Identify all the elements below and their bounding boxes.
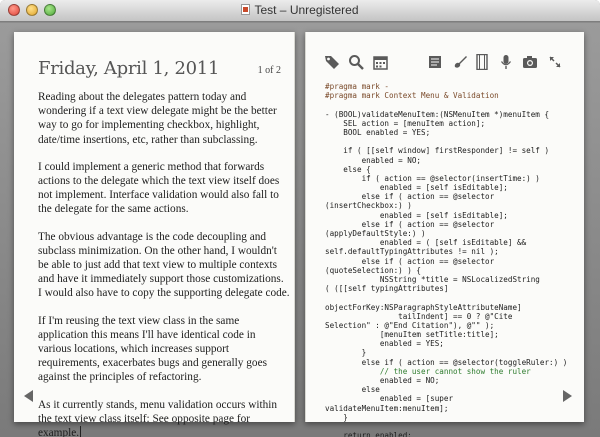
code-block[interactable]: #pragma mark - #pragma mark Context Menu …: [325, 82, 579, 437]
code-line[interactable]: else {: [325, 165, 579, 174]
next-page-arrow-icon[interactable]: [563, 390, 572, 402]
code-line[interactable]: enabled = [self isEditable];: [325, 183, 579, 192]
previous-page-arrow-icon[interactable]: [24, 390, 33, 402]
code-line[interactable]: }: [325, 348, 579, 357]
entry-paragraph-last[interactable]: As it currently stands, menu validation …: [38, 398, 290, 437]
code-line[interactable]: enabled = YES;: [325, 339, 579, 348]
microphone-icon[interactable]: [499, 52, 513, 72]
code-line[interactable]: (quoteSelection:) ) {: [325, 266, 579, 275]
code-line[interactable]: SEL action = [menuItem action];: [325, 119, 579, 128]
text-caret: [80, 426, 82, 437]
title-bar[interactable]: Test – Unregistered: [0, 0, 600, 22]
entry-paragraph[interactable]: I could implement a generic method that …: [38, 160, 290, 217]
code-line[interactable]: [325, 137, 579, 146]
code-line[interactable]: if ( action == @selector(insertTime:) ): [325, 174, 579, 183]
brush-icon[interactable]: [451, 52, 469, 72]
code-line[interactable]: enabled = [super: [325, 394, 579, 403]
code-line[interactable]: validateMenuItem:menuItem];: [325, 404, 579, 413]
code-line[interactable]: [menuItem setTitle:title];: [325, 330, 579, 339]
search-icon[interactable]: [347, 52, 365, 72]
camera-icon[interactable]: [521, 52, 539, 72]
app-window: Test – Unregistered Friday, April 1, 201…: [0, 0, 600, 437]
window-title-wrap: Test – Unregistered: [0, 3, 600, 17]
code-line[interactable]: return enabled;: [325, 431, 579, 437]
document-icon: [241, 4, 251, 15]
code-line[interactable]: else: [325, 385, 579, 394]
code-line[interactable]: ( ([[self typingAttributes]: [325, 284, 579, 293]
code-line[interactable]: tailIndent] == 0 ? @"Cite: [325, 312, 579, 321]
calendar-icon[interactable]: [371, 52, 389, 72]
code-line[interactable]: else if ( action == @selector: [325, 220, 579, 229]
code-line[interactable]: if ( [[self window] firstResponder] != s…: [325, 146, 579, 155]
code-line[interactable]: (applyDefaultStyle:) ): [325, 229, 579, 238]
left-page: Friday, April 1, 2011 1 of 2 Reading abo…: [14, 32, 295, 437]
entry-date: Friday, April 1, 2011: [38, 58, 220, 79]
code-line[interactable]: #pragma mark -: [325, 82, 579, 91]
code-line[interactable]: enabled = NO;: [325, 156, 579, 165]
film-icon[interactable]: [475, 52, 489, 72]
entry-paragraph[interactable]: Reading about the delegates pattern toda…: [38, 90, 290, 147]
code-line[interactable]: self.defaultTypingAttributes != nil );: [325, 247, 579, 256]
code-line[interactable]: - (BOOL)validateMenuItem:(NSMenuItem *)m…: [325, 110, 579, 119]
code-line[interactable]: (insertCheckbox:) ): [325, 201, 579, 210]
code-line[interactable]: enabled = [self isEditable];: [325, 211, 579, 220]
tag-icon[interactable]: [323, 52, 341, 72]
code-line[interactable]: NSString *title = NSLocalizedString: [325, 275, 579, 284]
entry-paragraph-text[interactable]: As it currently stands, menu validation …: [38, 399, 277, 437]
list-icon[interactable]: [427, 52, 443, 72]
right-page: #pragma mark - #pragma mark Context Menu …: [305, 32, 584, 437]
code-line[interactable]: objectForKey:NSParagraphStyleAttributeNa…: [325, 303, 579, 312]
code-line[interactable]: BOOL enabled = YES;: [325, 128, 579, 137]
page-toolbar: [323, 52, 573, 74]
fullscreen-icon[interactable]: [547, 52, 563, 72]
code-line[interactable]: Selection" : @"End Citation"), @"" );: [325, 321, 579, 330]
journal-entry-text[interactable]: Reading about the delegates pattern toda…: [38, 90, 290, 437]
code-line[interactable]: }: [325, 413, 579, 422]
code-line[interactable]: #pragma mark Context Menu & Validation: [325, 91, 579, 100]
code-line[interactable]: [325, 100, 579, 109]
code-line[interactable]: else if ( action == @selector(toggleRule…: [325, 358, 579, 367]
code-line[interactable]: // the user cannot show the ruler: [325, 367, 579, 376]
code-line[interactable]: else if ( action == @selector: [325, 257, 579, 266]
code-line[interactable]: [325, 293, 579, 302]
page-indicator: 1 of 2: [257, 65, 281, 76]
entry-paragraph[interactable]: The obvious advantage is the code decoup…: [38, 230, 290, 301]
code-line[interactable]: enabled = ( [self isEditable] &&: [325, 238, 579, 247]
code-line[interactable]: [325, 422, 579, 431]
entry-paragraph[interactable]: If I'm reusing the text view class in th…: [38, 314, 290, 385]
code-line[interactable]: enabled = NO;: [325, 376, 579, 385]
window-title: Test – Unregistered: [254, 3, 359, 17]
code-line[interactable]: else if ( action == @selector: [325, 192, 579, 201]
